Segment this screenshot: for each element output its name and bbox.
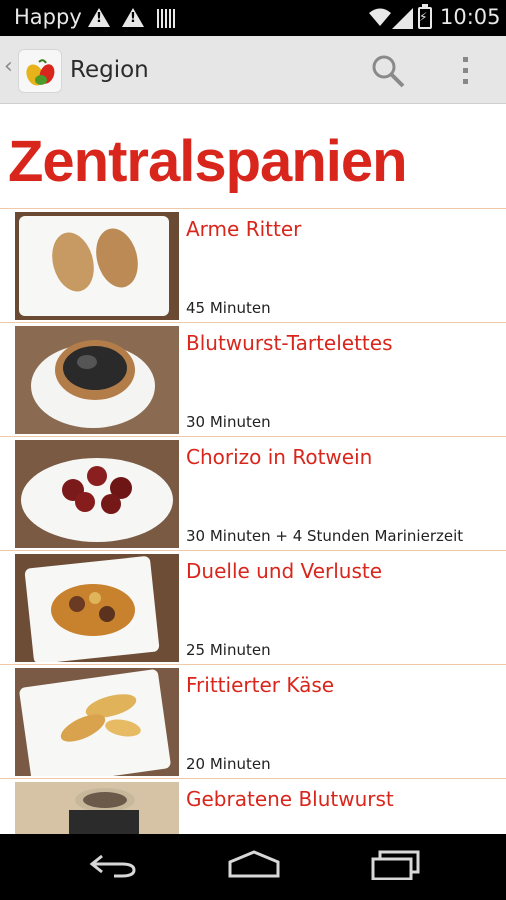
back-icon[interactable] [88,850,138,880]
carrier-label: Happy [14,5,82,29]
recipe-time: 30 Minuten + 4 Stunden Marinierzeit [186,527,464,545]
recipe-name: Frittierter Käse [186,673,335,697]
recipe-thumbnail [15,440,179,548]
warning-icon [88,8,110,27]
recipe-thumbnail [15,212,179,320]
list-item[interactable]: Arme Ritter 45 Minuten [0,208,506,322]
signal-icon [392,8,413,29]
home-icon[interactable] [226,850,282,880]
warning-icon [122,8,144,27]
recipe-thumbnail [15,554,179,662]
status-bar: Happy 10:05 [0,0,506,36]
recipe-thumbnail [15,668,179,776]
recipe-name: Gebratene Blutwurst [186,787,394,811]
up-caret-icon[interactable]: ‹ [4,54,13,79]
recipe-time: 20 Minuten [186,755,271,773]
list-item[interactable]: Duelle und Verluste 25 Minuten [0,550,506,664]
recipe-time: 30 Minuten [186,413,271,431]
list-item[interactable]: Gebratene Blutwurst [0,778,506,834]
wifi-icon [369,8,391,26]
screen-title: Region [70,57,149,83]
recipe-name: Duelle und Verluste [186,559,383,583]
recipe-name: Arme Ritter [186,217,302,241]
clock: 10:05 [440,5,501,29]
list-item[interactable]: Chorizo in Rotwein 30 Minuten + 4 Stunde… [0,436,506,550]
recipe-time: 45 Minuten [186,299,271,317]
app-icon[interactable] [18,49,62,93]
search-icon[interactable] [370,53,406,89]
recipe-name: Blutwurst-Tartelettes [186,331,393,355]
overflow-menu-icon[interactable] [458,53,472,89]
page-title: Zentralspanien [8,129,408,194]
action-bar: ‹ Region [0,36,506,104]
navigation-bar [0,834,506,900]
list-item[interactable]: Frittierter Käse 20 Minuten [0,664,506,778]
recents-icon[interactable] [370,850,422,880]
recipe-thumbnail [15,782,179,834]
barcode-icon [157,9,175,28]
battery-charging-icon [418,4,432,29]
recipe-thumbnail [15,326,179,434]
list-item[interactable]: Blutwurst-Tartelettes 30 Minuten [0,322,506,436]
recipe-time: 25 Minuten [186,641,271,659]
recipe-name: Chorizo in Rotwein [186,445,373,469]
recipe-list[interactable]: Arme Ritter 45 Minuten Blutwurst-Tartele… [0,208,506,834]
